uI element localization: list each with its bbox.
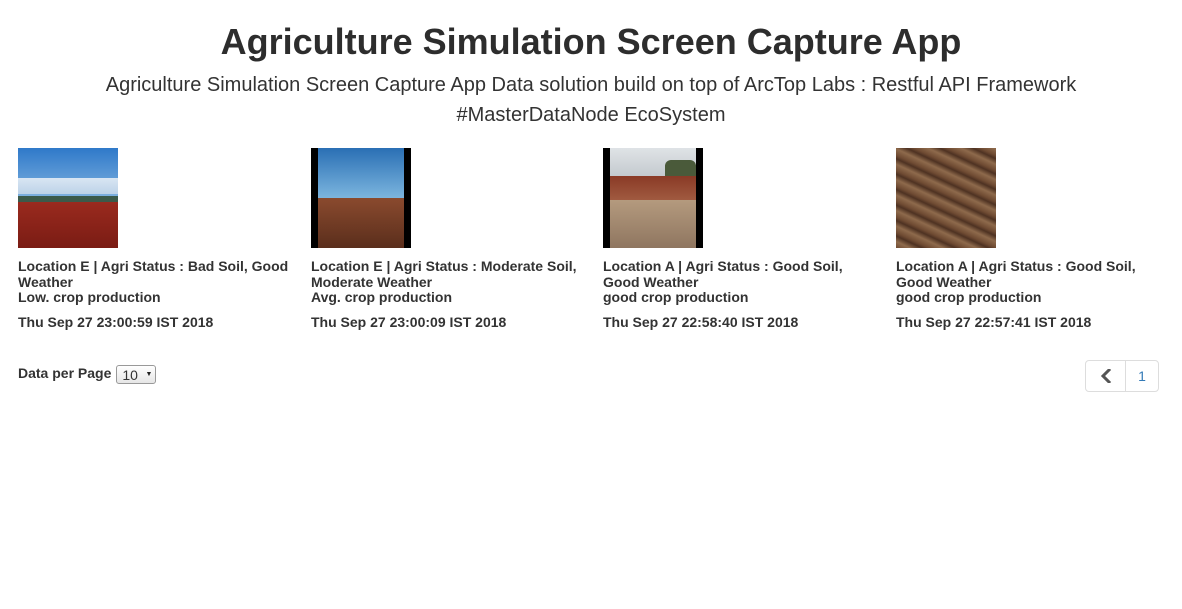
card-production: good crop production: [603, 289, 749, 305]
card-title-line-2: Weather: [18, 274, 73, 290]
card-title: Location E | Agri Status : Moderate Soil…: [311, 258, 586, 290]
capture-card-1: Location E | Agri Status : Bad Soil, Goo…: [18, 148, 293, 330]
card-title-line-2: Good Weather: [896, 274, 992, 290]
data-per-page: Data per Page 10 ▼: [18, 361, 157, 384]
per-page-label: Data per Page: [18, 364, 112, 381]
page-title: Agriculture Simulation Screen Capture Ap…: [220, 21, 962, 62]
page-subtitle: Agriculture Simulation Screen Capture Ap…: [40, 70, 1142, 130]
capture-thumbnail-3[interactable]: [603, 148, 703, 248]
page-number-button[interactable]: 1: [1126, 361, 1158, 391]
capture-thumbnail-1[interactable]: [18, 148, 118, 248]
chevron-down-icon: ▼: [145, 371, 153, 378]
card-production: Low. crop production: [18, 289, 161, 305]
per-page-select[interactable]: 10 ▼: [116, 365, 157, 384]
card-timestamp: Thu Sep 27 23:00:59 IST 2018: [18, 314, 214, 330]
pagination: 1: [1085, 360, 1159, 392]
card-title: Location A | Agri Status : Good Soil, Go…: [603, 258, 878, 290]
card-title-line-2: Good Weather: [603, 274, 699, 290]
capture-thumbnail-2[interactable]: [311, 148, 411, 248]
card-title: Location A | Agri Status : Good Soil, Go…: [896, 258, 1171, 290]
card-timestamp: Thu Sep 27 22:58:40 IST 2018: [603, 314, 799, 330]
subtitle-line-1: Agriculture Simulation Screen Capture Ap…: [105, 74, 1077, 96]
card-title-line-1: Location A | Agri Status : Good Soil,: [603, 258, 843, 274]
capture-card-3: Location A | Agri Status : Good Soil, Go…: [603, 148, 878, 330]
capture-card-4: Location A | Agri Status : Good Soil, Go…: [896, 148, 1171, 330]
per-page-value: 10: [122, 366, 138, 383]
capture-card-2: Location E | Agri Status : Moderate Soil…: [311, 148, 586, 330]
subtitle-line-2: #MasterDataNode EcoSystem: [456, 104, 726, 126]
previous-page-button[interactable]: [1086, 361, 1126, 391]
card-title-line-1: Location A | Agri Status : Good Soil,: [896, 258, 1136, 274]
card-title-line-2: Moderate Weather: [311, 274, 433, 290]
card-title-line-1: Location E | Agri Status : Bad Soil, Goo…: [18, 258, 289, 274]
card-production: Avg. crop production: [311, 289, 453, 305]
card-timestamp: Thu Sep 27 22:57:41 IST 2018: [896, 314, 1092, 330]
chevron-left-icon: [1100, 369, 1111, 383]
card-title: Location E | Agri Status : Bad Soil, Goo…: [18, 258, 293, 290]
card-timestamp: Thu Sep 27 23:00:09 IST 2018: [311, 314, 507, 330]
card-production: good crop production: [896, 289, 1042, 305]
card-title-line-1: Location E | Agri Status : Moderate Soil…: [311, 258, 577, 274]
capture-thumbnail-4[interactable]: [896, 148, 996, 248]
